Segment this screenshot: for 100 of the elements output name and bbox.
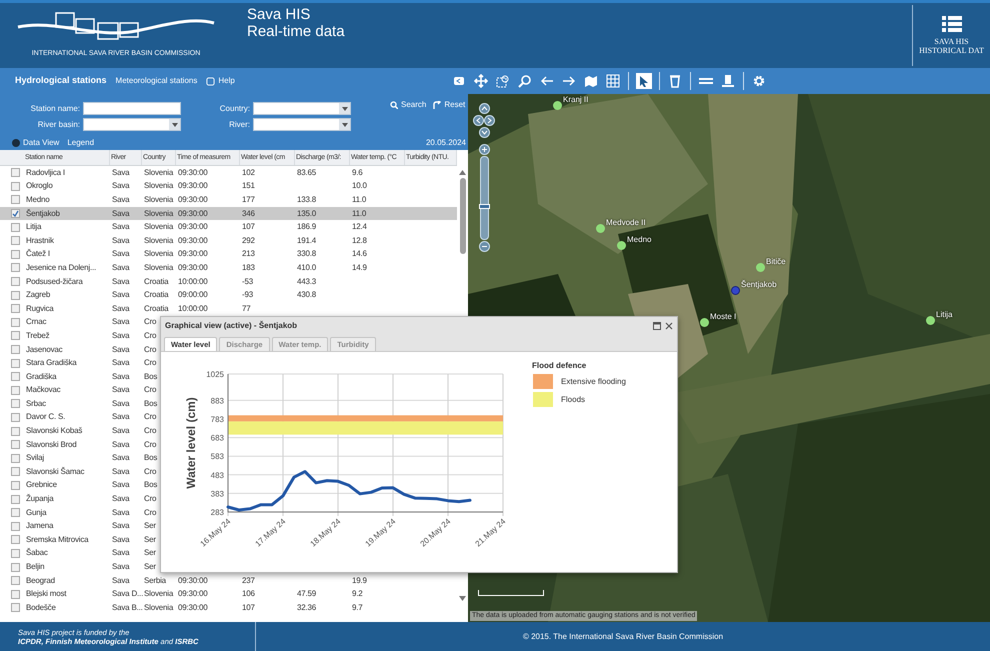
window-title: Graphical view (active) - Šentjakob <box>165 320 298 332</box>
close-icon[interactable] <box>665 322 673 330</box>
pointer-tool[interactable] <box>637 74 651 88</box>
table-cell-text: 11.0 <box>351 208 368 220</box>
checkbox[interactable] <box>11 576 20 586</box>
input-field[interactable] <box>83 102 181 115</box>
checkbox[interactable] <box>11 263 20 272</box>
map-tool[interactable] <box>584 74 598 88</box>
checkbox[interactable] <box>11 358 20 368</box>
table-cell-text: Sava <box>111 452 130 464</box>
table-cell-text: Sava <box>111 506 130 519</box>
search-icon <box>390 101 398 109</box>
dropdown-field[interactable] <box>83 118 181 131</box>
undo-arrow-icon <box>433 101 442 109</box>
printer-tool[interactable] <box>721 74 735 88</box>
table-cell-text: Županja <box>25 493 55 506</box>
right-arrow-tool[interactable] <box>562 74 576 88</box>
checkbox[interactable] <box>11 603 20 612</box>
table-cell-text: Cro <box>143 493 158 506</box>
table-cell-text: 10:00:00 <box>177 302 209 315</box>
table-cell-text: Sava <box>111 180 130 192</box>
checkbox[interactable] <box>11 548 20 558</box>
left-arrow-tool[interactable] <box>540 74 554 88</box>
checkbox[interactable] <box>11 535 20 544</box>
table-cell-text: Bos <box>143 370 158 383</box>
scroll-up-icon[interactable] <box>459 170 466 175</box>
checkbox[interactable] <box>11 236 20 246</box>
checkbox[interactable] <box>11 522 20 531</box>
table-cell-text: Sava <box>111 479 130 492</box>
checkbox[interactable] <box>11 480 20 490</box>
scale-bar <box>478 590 544 596</box>
checkbox[interactable] <box>11 318 20 327</box>
scrollbar-thumb[interactable] <box>460 178 466 254</box>
table-cell-text: 151 <box>241 180 256 192</box>
checkbox[interactable] <box>11 209 20 218</box>
legend-link[interactable]: Legend <box>67 136 94 148</box>
data-view-link[interactable]: Data View <box>12 136 60 148</box>
checkbox[interactable] <box>11 182 20 191</box>
table-cell-text: Radovljica I <box>25 166 66 179</box>
gear-tool[interactable] <box>752 74 766 88</box>
maximize-icon[interactable] <box>653 322 661 330</box>
reset-button[interactable]: Reset <box>433 99 466 111</box>
checkbox[interactable] <box>11 345 20 354</box>
checkbox[interactable] <box>11 426 20 436</box>
magnifier-tool[interactable] <box>518 74 532 88</box>
move-tool[interactable] <box>474 74 488 88</box>
checkbox[interactable] <box>11 290 20 300</box>
table-cell-text: 186.9 <box>296 221 318 234</box>
checkbox[interactable] <box>11 195 20 204</box>
checkbox[interactable] <box>11 562 20 572</box>
table-cell-text: Sava D... <box>111 588 142 600</box>
checkbox[interactable] <box>11 304 20 314</box>
table-cell-text: Bos <box>143 479 158 492</box>
checkbox[interactable] <box>11 250 20 259</box>
collapse-tool[interactable] <box>452 74 466 88</box>
table-cell-text: Sava <box>111 166 130 179</box>
checkbox[interactable] <box>11 467 20 476</box>
checkbox[interactable] <box>11 454 20 463</box>
table-cell-text: 19.9 <box>351 574 368 587</box>
nav-tab[interactable]: Hydrological stations <box>15 74 107 88</box>
checkbox[interactable] <box>11 590 20 599</box>
table-cell-text: 32.36 <box>296 602 318 614</box>
grid-tool[interactable] <box>606 74 620 88</box>
table-cell-text: Zagreb <box>25 289 52 302</box>
checkbox[interactable] <box>11 372 20 382</box>
table-cell-text: 09:30:00 <box>177 248 209 260</box>
search-button[interactable]: Search <box>390 99 426 111</box>
table-cell-text: Sava <box>111 302 130 315</box>
checkbox[interactable] <box>11 222 20 232</box>
checkbox[interactable] <box>11 168 20 178</box>
table-cell-text: 430.8 <box>296 289 318 302</box>
checkbox[interactable] <box>11 508 20 518</box>
checkbox[interactable] <box>11 412 20 422</box>
table-cell-text: 14.9 <box>351 262 368 274</box>
nav-tab[interactable]: Meteorological stations <box>116 75 198 87</box>
dropdown-field[interactable] <box>253 118 351 131</box>
help-link[interactable]: Help <box>206 75 235 87</box>
station-label: Moste I <box>710 311 736 323</box>
table-cell-text: Sava <box>111 276 130 288</box>
zoom-slider-thumb[interactable] <box>478 204 490 209</box>
dropdown-field[interactable] <box>253 102 351 115</box>
legend-title: Flood defence <box>532 361 586 370</box>
checkbox[interactable] <box>11 277 20 286</box>
field-label: Station name: <box>30 102 80 114</box>
table-cell-text: -53 <box>241 276 254 288</box>
table-cell-text: 09:30:00 <box>177 574 209 587</box>
table-cell-text: Rugvica <box>25 302 55 315</box>
trash-tool[interactable] <box>668 74 682 88</box>
scroll-down-icon[interactable] <box>459 596 466 601</box>
checkbox[interactable] <box>11 440 20 450</box>
table-cell-text: Jamena <box>25 520 54 532</box>
table-cell-text: 12.4 <box>351 221 368 234</box>
checkbox[interactable] <box>11 399 20 408</box>
checkbox[interactable] <box>11 331 20 340</box>
checkbox[interactable] <box>11 494 20 504</box>
checkbox[interactable] <box>11 386 20 395</box>
historical-data-button[interactable]: SAVA HIS HISTORICAL DAT <box>912 5 990 66</box>
table-cell-text: 9.2 <box>351 588 364 600</box>
zoom-box-tool[interactable] <box>496 74 510 88</box>
table-cell-text: Gunja <box>25 506 48 519</box>
